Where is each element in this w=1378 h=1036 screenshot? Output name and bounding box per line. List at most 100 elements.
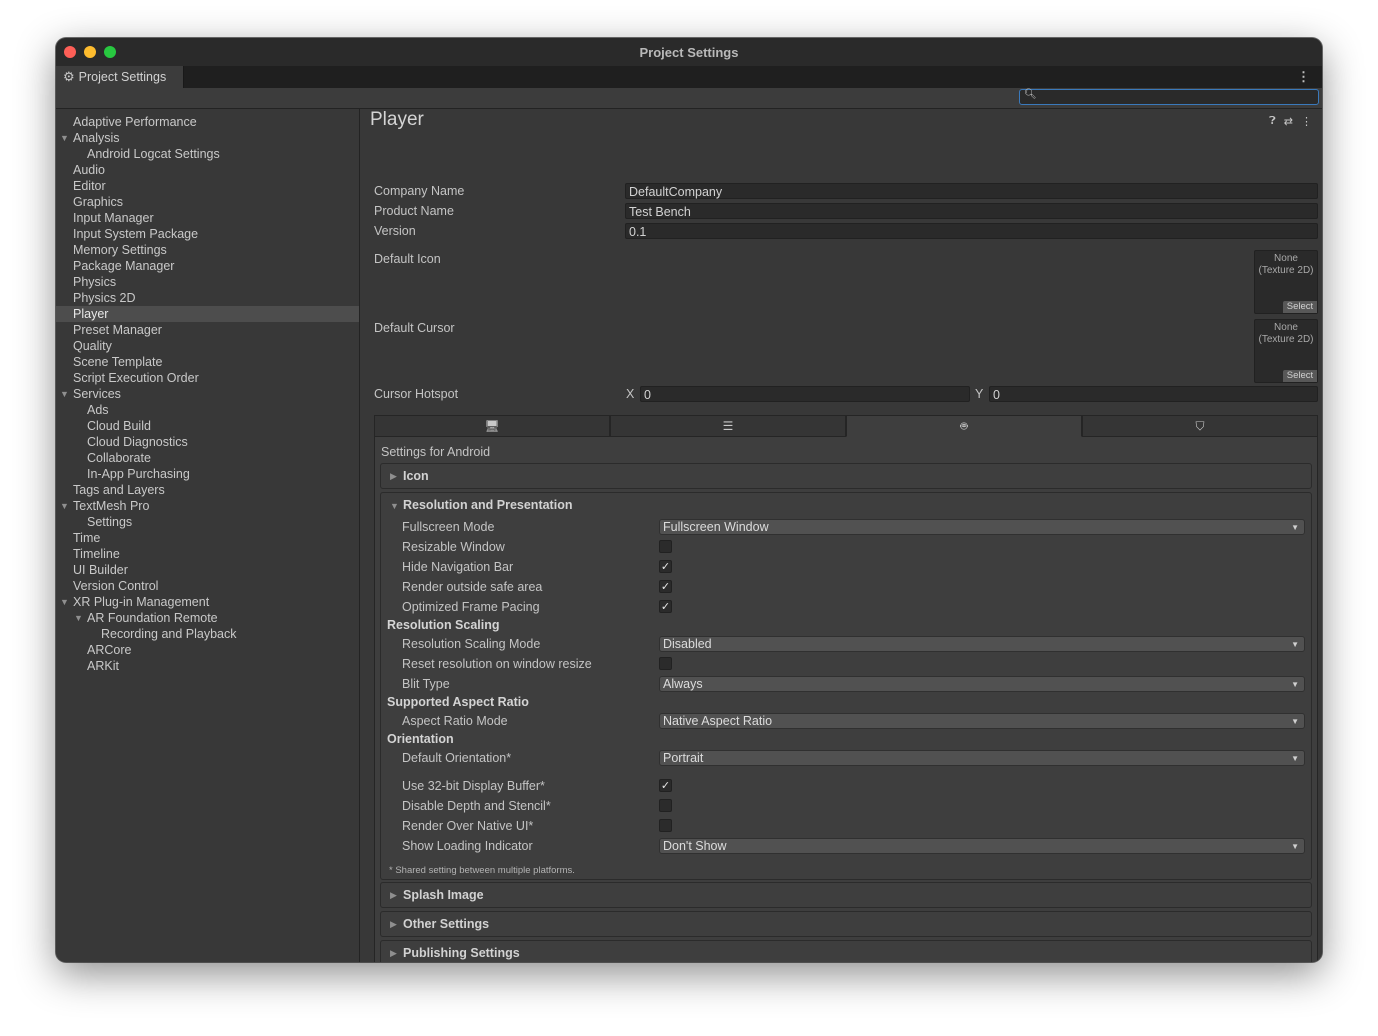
sidebar-item[interactable]: Input Manager	[56, 210, 359, 226]
publishing-settings-foldout[interactable]: ▶ Publishing Settings	[380, 940, 1312, 962]
disable-depth-checkbox[interactable]	[659, 799, 672, 812]
product-name-label: Product Name	[374, 204, 454, 218]
loading-indicator-dropdown[interactable]: Don't Show ▼	[659, 838, 1305, 854]
close-window-button[interactable]	[64, 46, 76, 58]
monitor-icon: 🖥︎	[484, 419, 500, 433]
sidebar-item[interactable]: Player	[56, 306, 359, 322]
sidebar-item[interactable]: ▼ Services	[56, 386, 359, 402]
sidebar-item-label: Time	[73, 531, 101, 545]
sidebar-item[interactable]: ARCore	[56, 642, 359, 658]
sidebar-item[interactable]: Cloud Build	[56, 418, 359, 434]
kebab-menu-icon[interactable]: ⋮	[1297, 69, 1310, 85]
sidebar-item[interactable]: Package Manager	[56, 258, 359, 274]
blit-type-dropdown[interactable]: Always ▼	[659, 676, 1305, 692]
search-input[interactable]: 🔍︎	[1019, 89, 1319, 105]
fullscreen-mode-dropdown[interactable]: Fullscreen Window ▼	[659, 519, 1305, 535]
sidebar-item[interactable]: Tags and Layers	[56, 482, 359, 498]
tab-server[interactable]: ☰	[610, 415, 846, 437]
chevron-down-icon[interactable]: ▼	[60, 594, 69, 610]
settings-sidebar: Adaptive Performance ▼ Analysis Android Log…	[56, 109, 360, 962]
product-name-field[interactable]: Test Bench	[625, 203, 1318, 219]
sidebar-item-label: Recording and Playback	[101, 627, 237, 641]
icon-foldout[interactable]: ▶ Icon	[380, 463, 1312, 489]
sidebar-item-label: Quality	[73, 339, 112, 353]
minimize-window-button[interactable]	[84, 46, 96, 58]
resolution-section-title[interactable]: Resolution and Presentation	[403, 498, 572, 512]
player-settings-panel: Player ❓︎ ⇄ ⋮ Company Name DefaultCompan…	[360, 109, 1322, 962]
sidebar-item-label: Player	[73, 307, 109, 321]
sidebar-item[interactable]: Editor	[56, 178, 359, 194]
default-orientation-label: Default Orientation*	[402, 751, 512, 765]
sidebar-item[interactable]: Preset Manager	[56, 322, 359, 338]
company-name-field[interactable]: DefaultCompany	[625, 183, 1318, 199]
presets-icon[interactable]: ⇄	[1284, 115, 1293, 128]
tab-project-settings[interactable]: ⚙ Project Settings	[56, 66, 184, 88]
reset-resolution-checkbox[interactable]	[659, 657, 672, 670]
sidebar-item[interactable]: Audio	[56, 162, 359, 178]
sidebar-item[interactable]: Android Logcat Settings	[56, 146, 359, 162]
tab-android[interactable]: 🤖︎	[846, 415, 1082, 437]
render-outside-safe-area-checkbox[interactable]: ✓	[659, 580, 672, 593]
splash-image-foldout[interactable]: ▶ Splash Image	[380, 882, 1312, 908]
sidebar-item[interactable]: ▼ Analysis	[56, 130, 359, 146]
default-cursor-field[interactable]: None (Texture 2D) Select	[1254, 319, 1318, 383]
sidebar-item[interactable]: Settings	[56, 514, 359, 530]
sidebar-item[interactable]: Quality	[56, 338, 359, 354]
hotspot-x-field[interactable]: 0	[640, 386, 970, 402]
tab-standalone[interactable]: 🖥︎	[374, 415, 610, 437]
default-icon-field[interactable]: None (Texture 2D) Select	[1254, 250, 1318, 314]
sidebar-item[interactable]: Timeline	[56, 546, 359, 562]
sidebar-item[interactable]: Physics 2D	[56, 290, 359, 306]
sidebar-item-label: Graphics	[73, 195, 124, 209]
other-settings-foldout[interactable]: ▶ Other Settings	[380, 911, 1312, 937]
sidebar-item[interactable]: Version Control	[56, 578, 359, 594]
sidebar-item[interactable]: UI Builder	[56, 562, 359, 578]
hotspot-y-label: Y	[975, 387, 984, 401]
sidebar-item[interactable]: ▼ TextMesh Pro	[56, 498, 359, 514]
sidebar-item[interactable]: Script Execution Order	[56, 370, 359, 386]
sidebar-item[interactable]: Input System Package	[56, 226, 359, 242]
sidebar-item-label: In-App Purchasing	[87, 467, 190, 481]
sidebar-item-label: Ads	[87, 403, 109, 417]
window-title: Project Settings	[639, 44, 739, 60]
display-buffer-checkbox[interactable]: ✓	[659, 779, 672, 792]
sidebar-item[interactable]: Graphics	[56, 194, 359, 210]
zoom-window-button[interactable]	[104, 46, 116, 58]
chevron-down-icon[interactable]: ▼	[60, 130, 69, 146]
hotspot-y-field[interactable]: 0	[989, 386, 1318, 402]
hide-nav-bar-checkbox[interactable]: ✓	[659, 560, 672, 573]
sidebar-item[interactable]: Adaptive Performance	[56, 114, 359, 130]
settings-for-label: Settings for Android	[381, 445, 491, 459]
frame-pacing-checkbox[interactable]: ✓	[659, 600, 672, 613]
sidebar-item[interactable]: Recording and Playback	[56, 626, 359, 642]
sidebar-item[interactable]: Scene Template	[56, 354, 359, 370]
tab-webgl[interactable]: ⛉	[1082, 415, 1318, 437]
aspect-ratio-mode-dropdown[interactable]: Native Aspect Ratio ▼	[659, 713, 1305, 729]
sidebar-item[interactable]: ARKit	[56, 658, 359, 674]
sidebar-item[interactable]: Memory Settings	[56, 242, 359, 258]
select-cursor-button[interactable]: Select	[1283, 370, 1317, 382]
chevron-down-icon[interactable]: ▼	[60, 386, 69, 402]
frame-pacing-label: Optimized Frame Pacing	[402, 600, 540, 614]
sidebar-item[interactable]: Time	[56, 530, 359, 546]
sidebar-item[interactable]: Cloud Diagnostics	[56, 434, 359, 450]
sidebar-item[interactable]: Ads	[56, 402, 359, 418]
sidebar-item[interactable]: ▼ AR Foundation Remote	[56, 610, 359, 626]
more-options-icon[interactable]: ⋮	[1301, 115, 1312, 128]
header-actions: ❓︎ ⇄ ⋮	[1269, 115, 1312, 128]
sidebar-item[interactable]: Physics	[56, 274, 359, 290]
chevron-down-icon[interactable]: ▼	[74, 610, 83, 626]
render-over-native-ui-checkbox[interactable]	[659, 819, 672, 832]
sidebar-item[interactable]: In-App Purchasing	[56, 466, 359, 482]
sidebar-item[interactable]: ▼ XR Plug-in Management	[56, 594, 359, 610]
default-orientation-dropdown[interactable]: Portrait ▼	[659, 750, 1305, 766]
version-field[interactable]: 0.1	[625, 223, 1318, 239]
select-icon-button[interactable]: Select	[1283, 301, 1317, 313]
help-icon[interactable]: ❓︎	[1269, 115, 1276, 128]
scaling-mode-dropdown[interactable]: Disabled ▼	[659, 636, 1305, 652]
sidebar-item-label: Version Control	[73, 579, 159, 593]
resizable-window-checkbox[interactable]	[659, 540, 672, 553]
chevron-down-icon[interactable]: ▼	[390, 501, 399, 511]
chevron-down-icon[interactable]: ▼	[60, 498, 69, 514]
sidebar-item[interactable]: Collaborate	[56, 450, 359, 466]
